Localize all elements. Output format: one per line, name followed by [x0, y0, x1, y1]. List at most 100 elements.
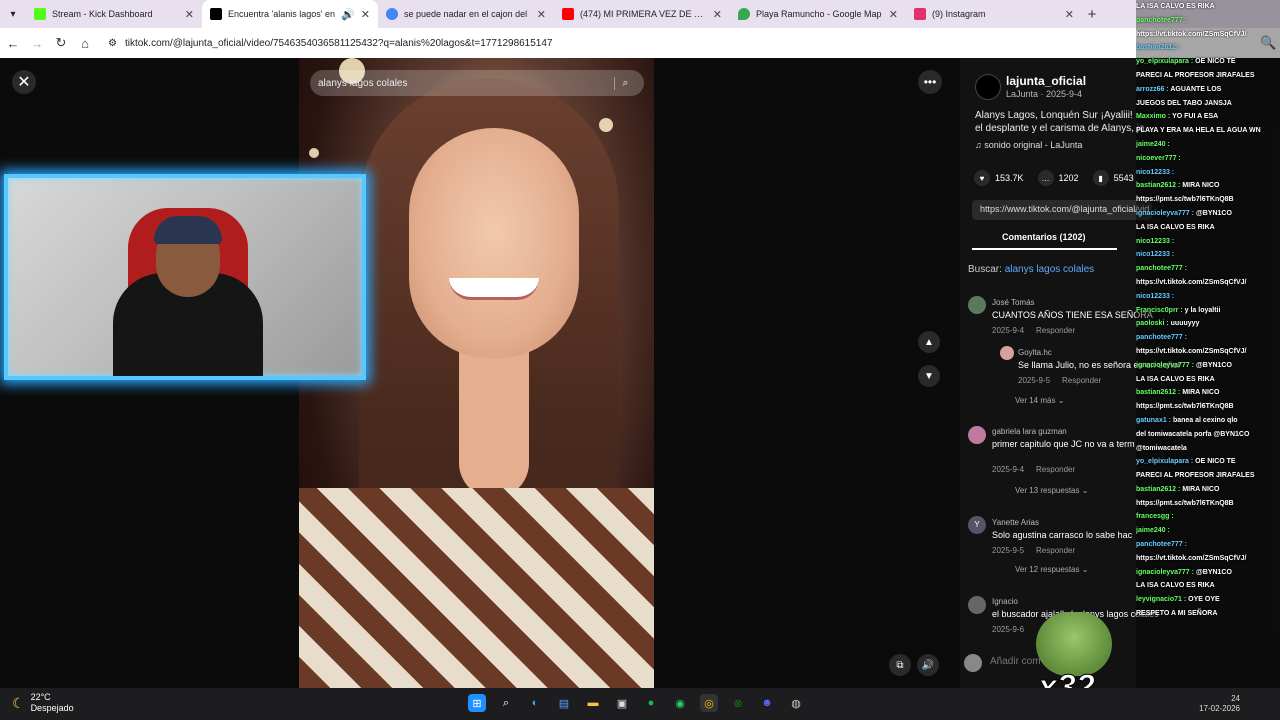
- chat-username[interactable]: leyvignacio71 :: [1136, 596, 1186, 603]
- tab-search-menu[interactable]: ▾: [0, 9, 26, 20]
- volume-icon[interactable]: 🔊: [917, 654, 939, 676]
- comment-avatar[interactable]: Y: [968, 516, 986, 534]
- comment-search-hint[interactable]: Buscar: alanys lagos colales: [968, 264, 1094, 275]
- chat-username[interactable]: bastian2612 :: [1136, 389, 1180, 396]
- chat-text: https://vt.tiktok.com/ZSmSqCfVJ/: [1136, 30, 1247, 38]
- windows-start-icon[interactable]: ⊞: [468, 694, 486, 712]
- store-icon[interactable]: ▤: [555, 694, 573, 712]
- search-icon[interactable]: ⌕: [614, 76, 636, 90]
- site-info-icon[interactable]: ⚙: [108, 38, 117, 49]
- chat-text: PLAYA Y ERA MA HELA EL AGUA WN: [1136, 127, 1261, 135]
- reload-icon[interactable]: ↻: [54, 35, 68, 51]
- close-tab-icon[interactable]: ✕: [185, 8, 194, 21]
- browser-tab[interactable]: Playa Ramuncho - Google Map ✕: [730, 0, 906, 28]
- search-icon[interactable]: ⌕: [497, 694, 515, 712]
- browser-tab[interactable]: (474) MI PRIMERA VEZ DE CAM ✕: [554, 0, 730, 28]
- home-icon[interactable]: ⌂: [78, 36, 92, 51]
- close-tab-icon[interactable]: ✕: [537, 8, 546, 21]
- chat-username[interactable]: nico12233 :: [1136, 251, 1174, 258]
- chat-username[interactable]: bastian2612 :: [1136, 44, 1180, 51]
- chat-message: panchotee777 :: [1136, 331, 1280, 345]
- video-search-bar[interactable]: alanys lagos colales ⌕: [310, 70, 644, 96]
- comment-button[interactable]: … 1202: [1037, 170, 1079, 186]
- chat-username[interactable]: nico12233 :: [1136, 293, 1174, 300]
- close-tab-icon[interactable]: ✕: [889, 8, 898, 21]
- reply-button[interactable]: Responder: [1036, 326, 1075, 335]
- creator-username[interactable]: lajunta_oficial: [1006, 74, 1086, 88]
- chat-username[interactable]: ignacioleyva777 :: [1136, 210, 1194, 217]
- speaker-icon[interactable]: 🔊: [341, 8, 355, 21]
- browser-tab[interactable]: (9) Instagram ✕: [906, 0, 1082, 28]
- chat-text: PARECI AL PROFESOR JIRAFALES: [1136, 71, 1255, 79]
- chat-username[interactable]: panchotee777 :: [1136, 17, 1187, 24]
- url-field[interactable]: ⚙ tiktok.com/@lajunta_oficial/video/7546…: [102, 32, 1250, 54]
- chat-username[interactable]: nico12233 :: [1136, 169, 1174, 176]
- chat-username[interactable]: yo_elpixulapara :: [1136, 58, 1193, 65]
- close-video-button[interactable]: ✕: [12, 70, 36, 94]
- browser-tab-active[interactable]: Encuentra 'alanis lagos' en 🔊 ✕: [202, 0, 378, 28]
- comment-avatar[interactable]: [968, 426, 986, 444]
- comment-avatar[interactable]: [968, 296, 986, 314]
- chat-username[interactable]: panchotee777 :: [1136, 541, 1187, 548]
- more-options-icon[interactable]: •••: [918, 70, 942, 94]
- bokeh-light: [309, 148, 319, 158]
- next-video-button[interactable]: ▼: [918, 365, 940, 387]
- floating-player-icon[interactable]: ⧉: [889, 654, 911, 676]
- xbox-icon[interactable]: ⊗: [729, 694, 747, 712]
- close-tab-icon[interactable]: ✕: [713, 8, 722, 21]
- chat-username[interactable]: panchotee777 :: [1136, 265, 1187, 272]
- chat-username[interactable]: jaime240 :: [1136, 527, 1170, 534]
- chat-username[interactable]: paoloski :: [1136, 320, 1169, 327]
- music-note-icon: ♫: [975, 140, 985, 150]
- system-tray-clock[interactable]: 24 17-02-2026: [1199, 694, 1240, 714]
- chat-username[interactable]: ignacioleyva777 :: [1136, 569, 1194, 576]
- view-more-replies[interactable]: Ver 13 respuestas ⌄: [1015, 486, 1088, 495]
- browser-tab[interactable]: se puede nadar en el cajon del ✕: [378, 0, 554, 28]
- chat-username[interactable]: nico12233 :: [1136, 238, 1174, 245]
- chat-username[interactable]: ignacioleyva777 :: [1136, 362, 1194, 369]
- view-more-replies[interactable]: Ver 12 respuestas ⌄: [1015, 565, 1088, 574]
- chat-username[interactable]: Francisc0prr :: [1136, 307, 1183, 314]
- weather-widget[interactable]: ☾ 22°C Despejado: [12, 692, 74, 714]
- creator-avatar[interactable]: [975, 74, 1001, 100]
- chat-username[interactable]: bastian2612 :: [1136, 182, 1180, 189]
- close-tab-icon[interactable]: ✕: [1065, 8, 1074, 21]
- tab-comments[interactable]: Comentarios (1202): [1002, 232, 1086, 242]
- save-button[interactable]: ▮ 5543: [1092, 170, 1134, 186]
- chat-username[interactable]: Maxximo :: [1136, 113, 1170, 120]
- reply-button[interactable]: Responder: [1036, 465, 1075, 474]
- chat-username[interactable]: gatunax1 :: [1136, 417, 1171, 424]
- chat-username[interactable]: panchotee777 :: [1136, 334, 1187, 341]
- back-icon[interactable]: ←: [6, 36, 20, 51]
- copy-link-field[interactable]: https://www.tiktok.com/@lajunta_oficial/…: [972, 200, 1152, 220]
- argyle-sweater: [299, 488, 654, 688]
- spotify-icon[interactable]: ●: [642, 694, 660, 712]
- reply-button[interactable]: Responder: [1062, 376, 1101, 385]
- like-button[interactable]: ♥ 153.7K: [974, 170, 1024, 186]
- app-icon[interactable]: ▣: [613, 694, 631, 712]
- obs-icon[interactable]: ◍: [787, 694, 805, 712]
- chrome-icon[interactable]: ◎: [700, 694, 718, 712]
- reply-button[interactable]: Responder: [1036, 546, 1075, 555]
- chat-username[interactable]: jaime240 :: [1136, 141, 1170, 148]
- folder-icon[interactable]: ▬: [584, 694, 602, 712]
- chat-username[interactable]: arrozz66 :: [1136, 86, 1169, 93]
- edge-icon[interactable]: ◐: [526, 694, 544, 712]
- add-comment-input[interactable]: Añadir com: [990, 656, 1041, 667]
- chat-username[interactable]: nicoever777 :: [1136, 155, 1181, 162]
- forward-icon[interactable]: →: [30, 36, 44, 51]
- chat-username[interactable]: francesgg :: [1136, 513, 1174, 520]
- previous-video-button[interactable]: ▲: [918, 331, 940, 353]
- browser-tab[interactable]: Stream - Kick Dashboard ✕: [26, 0, 202, 28]
- sound-link[interactable]: ♫ sonido original - LaJunta: [975, 140, 1082, 150]
- chat-text: YO FUI A ESA: [1172, 113, 1219, 121]
- reply-avatar[interactable]: [1000, 346, 1014, 360]
- whatsapp-icon[interactable]: ◉: [671, 694, 689, 712]
- discord-icon[interactable]: ☻: [758, 694, 776, 712]
- chat-username[interactable]: bastian2612 :: [1136, 486, 1180, 493]
- close-tab-icon[interactable]: ✕: [361, 8, 370, 21]
- chat-username[interactable]: yo_elpixulapara :: [1136, 458, 1193, 465]
- view-more-replies[interactable]: Ver 14 más ⌄: [1015, 396, 1064, 405]
- new-tab-button[interactable]: +: [1082, 6, 1102, 23]
- comment-avatar[interactable]: [968, 596, 986, 614]
